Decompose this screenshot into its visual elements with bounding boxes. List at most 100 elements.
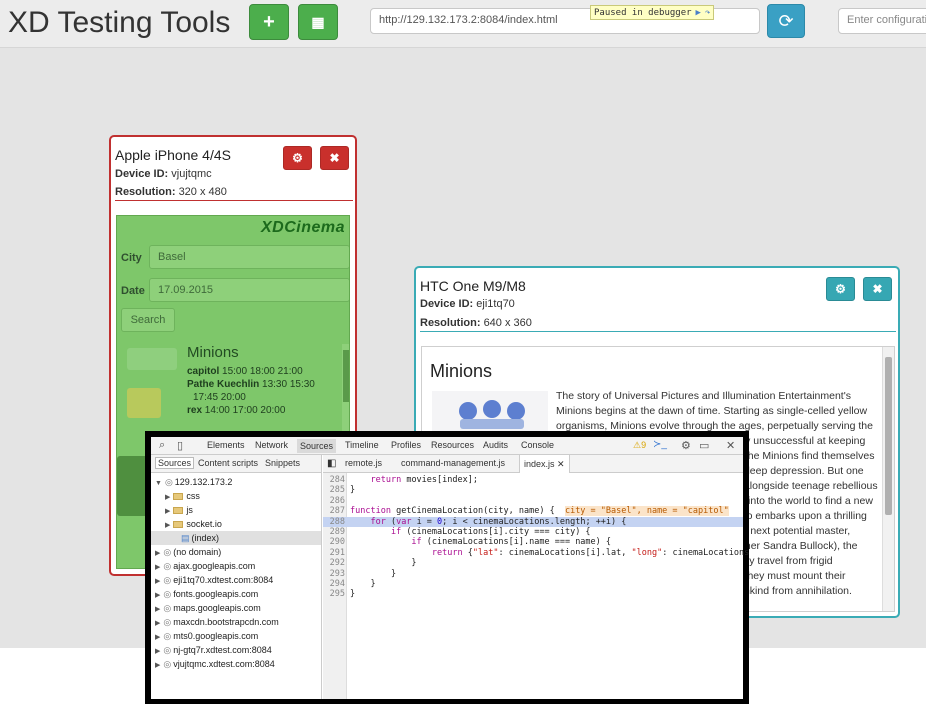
code-line[interactable]: 284 return movies[index]; xyxy=(323,475,743,485)
code-line[interactable]: 292 } xyxy=(323,558,743,568)
code-line[interactable]: 294 } xyxy=(323,579,743,589)
tree-item[interactable]: ▶ ◎ fonts.googleapis.com xyxy=(155,587,258,601)
plus-icon: + xyxy=(263,10,275,33)
globe-icon: ◎ xyxy=(163,575,172,585)
line-number[interactable]: 291 xyxy=(323,548,345,558)
tab-audits[interactable]: Audits xyxy=(483,440,508,450)
line-number[interactable]: 284 xyxy=(323,475,345,485)
tree-item[interactable]: ▶ js xyxy=(165,503,193,517)
tree-item[interactable]: ▶ ◎ eji1tq70.xdtest.com:8084 xyxy=(155,573,273,587)
code-text: if (cinemaLocations[i].name === name) { xyxy=(411,537,612,548)
refresh-button[interactable]: ⟳ xyxy=(767,4,805,38)
globe-icon: ◎ xyxy=(163,617,172,627)
collapse-icon: ▶ xyxy=(155,606,161,613)
line-number[interactable]: 294 xyxy=(323,579,345,589)
gear-icon[interactable]: ⚙ xyxy=(681,439,691,452)
tab-resources[interactable]: Resources xyxy=(431,440,474,450)
step-over-icon[interactable]: ↷ xyxy=(705,8,710,18)
globe-icon: ◎ xyxy=(163,603,172,613)
tree-item[interactable]: ▼ ◎ 129.132.173.2 xyxy=(155,475,232,489)
toggle-navigator-icon[interactable]: ◧ xyxy=(327,458,336,469)
add-device-button[interactable]: + xyxy=(249,4,289,40)
tab-sources[interactable]: Sources xyxy=(297,439,337,453)
tree-item-selected[interactable]: ▤ (index) xyxy=(151,531,321,545)
folder-icon xyxy=(173,507,184,514)
code-text: return {"lat": cinemaLocations[i].lat, "… xyxy=(431,547,750,558)
tree-item[interactable]: ▶ socket.io xyxy=(165,517,222,531)
tree-item[interactable]: ▶ ◎ vjujtqmc.xdtest.com:8084 xyxy=(155,657,275,671)
dock-icon[interactable]: ▭ xyxy=(699,439,709,452)
scrollbar-thumb[interactable] xyxy=(885,357,892,515)
tree-item[interactable]: ▶ ◎ mts0.googleapis.com xyxy=(155,629,258,643)
screen-scrollbar[interactable] xyxy=(882,347,894,611)
line-number[interactable]: 286 xyxy=(323,496,345,506)
subtab-content-scripts[interactable]: Content scripts xyxy=(198,458,258,468)
device-settings-button[interactable]: ⚙ xyxy=(826,277,855,301)
warning-icon[interactable]: ⚠9 xyxy=(633,440,646,451)
tab-timeline[interactable]: Timeline xyxy=(345,440,379,450)
tree-item[interactable]: ▶ ◎ (no domain) xyxy=(155,545,221,559)
device-settings-button[interactable]: ⚙ xyxy=(283,146,312,170)
subtab-snippets[interactable]: Snippets xyxy=(265,458,300,468)
configuration-input[interactable]: Enter configuration xyxy=(838,8,926,34)
code-line[interactable]: 293 } xyxy=(323,569,743,579)
date-input[interactable]: 17.09.2015 xyxy=(149,278,349,302)
device-close-button[interactable]: ✖ xyxy=(320,146,349,170)
city-input[interactable]: Basel xyxy=(149,245,349,269)
tab-elements[interactable]: Elements xyxy=(207,440,245,450)
file-tab-remote[interactable]: remote.js xyxy=(345,458,382,468)
top-toolbar: XD Testing Tools + ▦ http://129.132.173.… xyxy=(0,0,926,48)
line-number[interactable]: 293 xyxy=(323,569,345,579)
line-number[interactable]: 288 xyxy=(323,517,345,527)
close-icon[interactable]: ✕ xyxy=(557,459,565,469)
line-number[interactable]: 292 xyxy=(323,558,345,568)
tree-item[interactable]: ▶ ◎ ajax.googleapis.com xyxy=(155,559,255,573)
line-number[interactable]: 287 xyxy=(323,506,345,516)
tree-item[interactable]: ▶ ◎ maxcdn.bootstrapcdn.com xyxy=(155,615,279,629)
code-line[interactable]: 290 if (cinemaLocations[i].name === name… xyxy=(323,537,743,547)
close-icon[interactable]: ✕ xyxy=(726,439,735,452)
line-number[interactable]: 285 xyxy=(323,485,345,495)
code-line[interactable]: 291 return {"lat": cinemaLocations[i].la… xyxy=(323,548,750,558)
line-number[interactable]: 289 xyxy=(323,527,345,537)
code-line-current[interactable]: 288 for (var i = 0; i < cinemaLocations.… xyxy=(323,516,743,527)
code-line[interactable]: 285} xyxy=(323,485,743,495)
console-drawer-icon[interactable]: ≻_ xyxy=(653,439,667,450)
code-editor[interactable]: 284 return movies[index]; 285} 286 287 funct… xyxy=(323,473,750,699)
tree-item[interactable]: ▶ ◎ nj-gtq7r.xdtest.com:8084 xyxy=(155,643,272,657)
editor-tab-bar: ◧ remote.js command-management.js index.… xyxy=(323,455,743,473)
tree-item[interactable]: ▶ ◎ maps.googleapis.com xyxy=(155,601,261,615)
file-tab-command-management[interactable]: command-management.js xyxy=(401,458,505,468)
line-number[interactable]: 290 xyxy=(323,537,345,547)
code-text: function getCinemaLocation(city, name) {… xyxy=(350,506,729,517)
tab-profiles[interactable]: Profiles xyxy=(391,440,421,450)
code-line[interactable]: 286 xyxy=(323,496,743,506)
globe-icon: ◎ xyxy=(163,631,172,641)
devtools-tab-bar: ⌕ ▯ Elements Network Sources Timeline Pr… xyxy=(151,437,743,455)
tree-item[interactable]: ▶ css xyxy=(165,489,200,503)
device-name: Apple iPhone 4/4S xyxy=(115,147,231,163)
close-icon: ✖ xyxy=(329,151,340,165)
tab-console[interactable]: Console xyxy=(521,440,554,450)
resume-icon[interactable]: ▶ xyxy=(696,8,701,18)
code-line[interactable]: 295} xyxy=(323,589,743,599)
file-icon: ▤ xyxy=(181,533,190,543)
tab-network[interactable]: Network xyxy=(255,440,288,450)
scrollbar-thumb[interactable] xyxy=(343,350,349,402)
inspect-icon[interactable]: ⌕ xyxy=(159,439,165,452)
device-close-button[interactable]: ✖ xyxy=(863,277,892,301)
code-text: for (var i = 0; i < cinemaLocations.leng… xyxy=(370,516,627,527)
qr-code-button[interactable]: ▦ xyxy=(298,4,338,40)
globe-icon: ◎ xyxy=(163,547,172,557)
device-mode-icon[interactable]: ▯ xyxy=(177,439,183,452)
gear-icon: ⚙ xyxy=(292,151,303,165)
search-button[interactable]: Search xyxy=(121,308,175,332)
file-tab-index[interactable]: index.js ✕ xyxy=(519,455,570,473)
city-label: City xyxy=(121,252,142,264)
subtab-sources[interactable]: Sources xyxy=(155,457,195,469)
code-line[interactable]: 289 if (cinemaLocations[i].city === city… xyxy=(323,527,743,537)
xdcinema-logo: XDCinema xyxy=(260,219,345,236)
showtime-row: rex 14:00 17:00 20:00 xyxy=(187,405,286,416)
line-number[interactable]: 295 xyxy=(323,589,345,599)
code-line[interactable]: 287 function getCinemaLocation(city, name… xyxy=(323,506,743,517)
